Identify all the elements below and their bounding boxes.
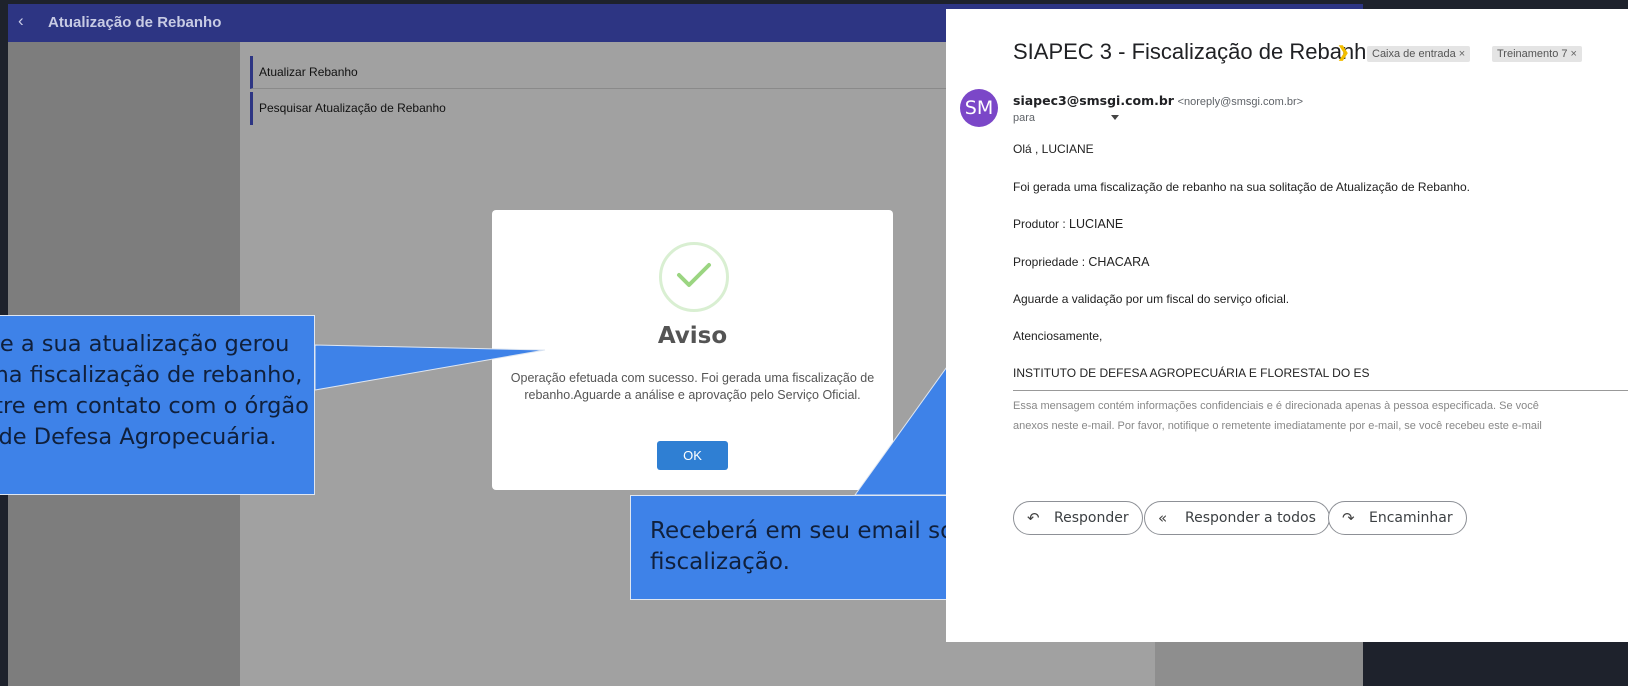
email-view: SIAPEC 3 - Fiscalização de Rebanho. ❯ Ca…	[946, 9, 1628, 642]
recipient-label: para	[1013, 112, 1036, 124]
callout-contact-defesa: Se a sua atualização gerou uma fiscaliza…	[0, 315, 315, 495]
sender-name: siapec3@smsgi.com.br	[1013, 93, 1174, 108]
sender-address: <noreply@smsgi.com.br>	[1177, 96, 1304, 108]
produtor-label: Produtor :	[1013, 217, 1066, 231]
label-chip-text: Treinamento 7	[1497, 48, 1568, 60]
important-marker-icon[interactable]: ❯	[1337, 43, 1350, 61]
reply-all-button[interactable]: « Responder a todos	[1144, 501, 1330, 535]
email-greeting: Olá , LUCIANE	[1013, 142, 1094, 156]
email-propriedade: Propriedade : CHACARA	[1013, 255, 1150, 269]
email-subject: SIAPEC 3 - Fiscalização de Rebanho.	[1013, 39, 1385, 64]
email-line-aguarde: Aguarde a validação por um fiscal do ser…	[1013, 292, 1290, 306]
label-chip-text: Caixa de entrada	[1372, 48, 1456, 60]
forward-label: Encaminhar	[1369, 510, 1453, 526]
remove-label-icon[interactable]: ×	[1571, 48, 1577, 60]
forward-button[interactable]: ↷ Encaminhar	[1328, 501, 1467, 535]
reply-label: Responder	[1054, 510, 1129, 526]
email-disclaimer-1: Essa mensagem contém informações confide…	[1013, 400, 1539, 412]
label-chip-inbox[interactable]: Caixa de entrada ×	[1367, 46, 1471, 62]
propriedade-value: CHACARA	[1088, 255, 1150, 269]
email-line-fiscalizacao: Foi gerada uma fiscalização de rebanho n…	[1013, 180, 1470, 194]
avatar[interactable]: SM	[960, 89, 998, 127]
reply-all-label: Responder a todos	[1185, 510, 1316, 526]
reply-button[interactable]: ↶ Responder	[1013, 501, 1143, 535]
caret-down-icon[interactable]	[1111, 115, 1119, 120]
label-chip-treinamento[interactable]: Treinamento 7 ×	[1492, 46, 1582, 62]
email-sender: siapec3@smsgi.com.br <noreply@smsgi.com.…	[1013, 93, 1303, 108]
divider	[1013, 390, 1628, 391]
email-disclaimer-2: anexos neste e-mail. Por favor, notifiqu…	[1013, 420, 1542, 432]
remove-label-icon[interactable]: ×	[1459, 48, 1465, 60]
dialog-message: Operação efetuada com sucesso. Foi gerad…	[510, 371, 875, 402]
reply-all-icon: «	[1158, 509, 1168, 527]
dialog-title: Aviso	[657, 323, 728, 349]
chevron-left-icon[interactable]: ‹	[18, 11, 24, 31]
email-closing: Atenciosamente,	[1013, 329, 1103, 343]
reply-icon: ↶	[1027, 509, 1040, 527]
forward-icon: ↷	[1342, 509, 1355, 527]
alert-dialog: Aviso Operação efetuada com sucesso. Foi…	[492, 210, 893, 490]
email-institution: INSTITUTO DE DEFESA AGROPECUÁRIA E FLORE…	[1013, 366, 1370, 380]
ok-button[interactable]: OK	[657, 441, 728, 470]
produtor-value: LUCIANE	[1069, 217, 1124, 231]
email-produtor: Produtor : LUCIANE	[1013, 217, 1123, 231]
check-circle-icon	[659, 242, 729, 312]
propriedade-label: Propriedade :	[1013, 255, 1086, 269]
page-title: Atualização de Rebanho	[48, 14, 222, 31]
